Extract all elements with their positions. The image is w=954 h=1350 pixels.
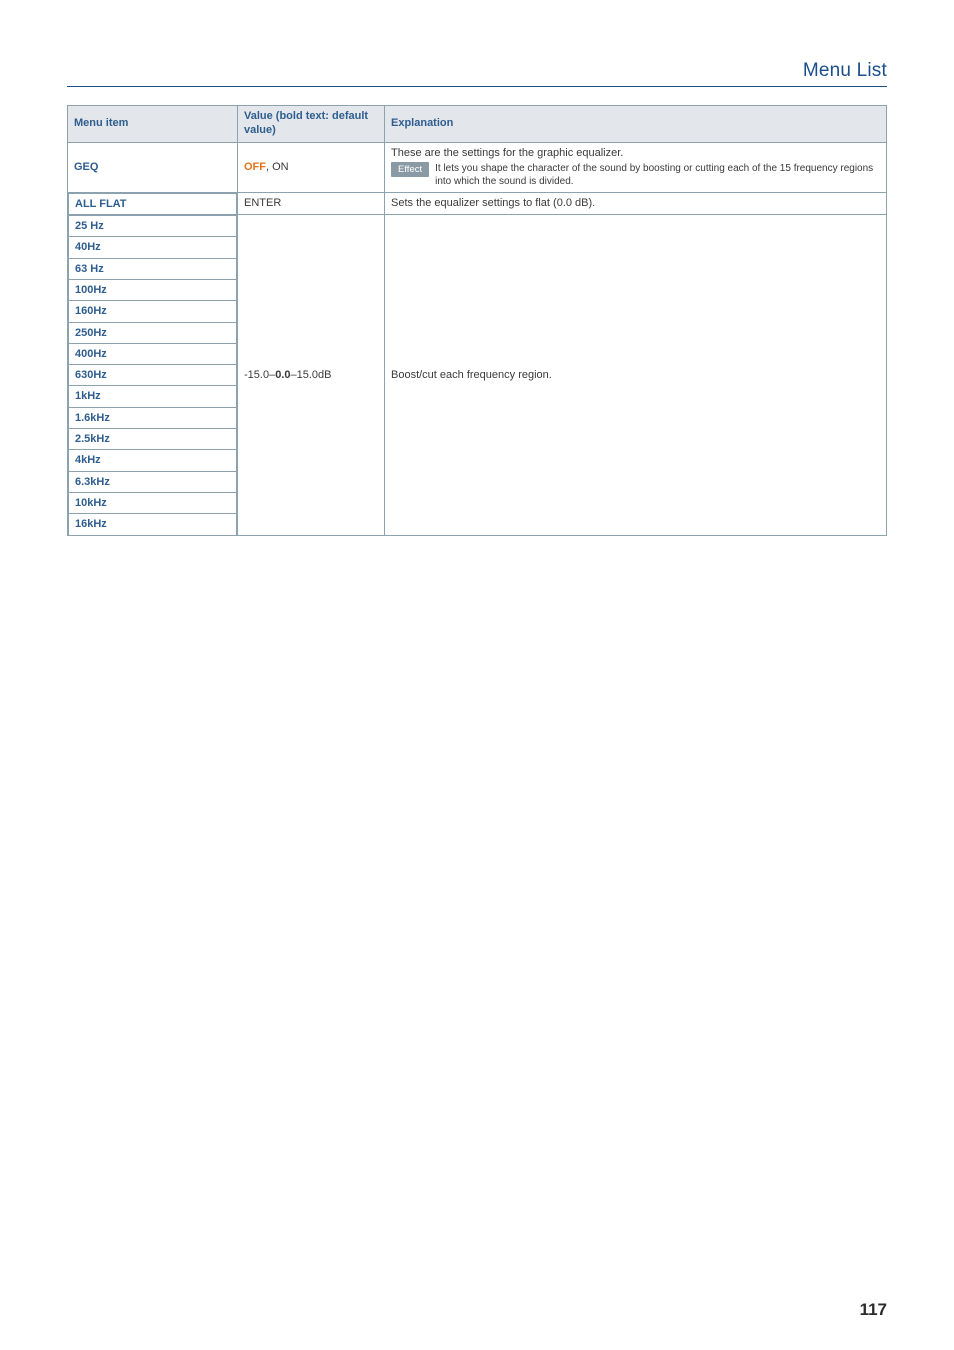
row-geq: GEQ OFF, ON These are the settings for t… xyxy=(68,142,887,192)
cell-allflat-explanation: Sets the equalizer settings to flat (0.0… xyxy=(385,192,887,214)
table-header-row: Menu item Value (bold text: default valu… xyxy=(68,106,887,143)
cell-geq-explanation: These are the settings for the graphic e… xyxy=(385,142,887,192)
col-header-menu-item: Menu item xyxy=(68,106,238,143)
cell-freq-labels: 25 Hz 40Hz 63 Hz 100Hz 160Hz 250Hz 400Hz… xyxy=(68,215,238,535)
freq-label-list: 25 Hz 40Hz 63 Hz 100Hz 160Hz 250Hz 400Hz… xyxy=(68,215,237,534)
freq-value-default: 0.0 xyxy=(275,369,290,381)
allflat-label: ALL FLAT xyxy=(75,198,127,210)
freq-label: 2.5kHz xyxy=(75,433,110,445)
freq-label: 4kHz xyxy=(75,454,101,466)
effect-text: It lets you shape the character of the s… xyxy=(435,162,880,189)
allflat-value: ENTER xyxy=(244,197,281,209)
row-frequencies: 25 Hz 40Hz 63 Hz 100Hz 160Hz 250Hz 400Hz… xyxy=(68,215,887,535)
cell-freq-explanation: Boost/cut each frequency region. xyxy=(385,215,887,535)
menu-table: Menu item Value (bold text: default valu… xyxy=(67,105,887,536)
freq-label: 1kHz xyxy=(75,390,101,402)
freq-label: 100Hz xyxy=(75,284,107,296)
freq-value-post: –15.0dB xyxy=(291,369,332,381)
page: Menu List Menu item Value (bold text: de… xyxy=(0,0,954,1350)
col-header-explanation: Explanation xyxy=(385,106,887,143)
geq-expl-line1: These are the settings for the graphic e… xyxy=(391,146,880,160)
cell-allflat-value: ENTER xyxy=(238,192,385,214)
page-number: 117 xyxy=(860,1300,887,1320)
freq-explanation: Boost/cut each frequency region. xyxy=(391,369,552,381)
freq-value-pre: -15.0– xyxy=(244,369,275,381)
effect-badge: Effect xyxy=(391,162,429,177)
cell-geq-value: OFF, ON xyxy=(238,142,385,192)
cell-freq-value: -15.0–0.0–15.0dB xyxy=(238,215,385,535)
col-header-value: Value (bold text: default value) xyxy=(238,106,385,143)
header-title: Menu List xyxy=(803,60,887,81)
geq-effect-row: Effect It lets you shape the character o… xyxy=(391,162,880,189)
freq-label: 1.6kHz xyxy=(75,412,110,424)
page-header: Menu List xyxy=(67,60,887,87)
freq-label: 630Hz xyxy=(75,369,107,381)
freq-label: 25 Hz xyxy=(75,220,104,232)
allflat-explanation: Sets the equalizer settings to flat (0.0… xyxy=(391,197,595,209)
cell-allflat-label: ALL FLAT xyxy=(68,192,238,214)
freq-label: 63 Hz xyxy=(75,263,104,275)
freq-label: 250Hz xyxy=(75,327,107,339)
freq-label: 400Hz xyxy=(75,348,107,360)
freq-label: 40Hz xyxy=(75,241,101,253)
freq-label: 160Hz xyxy=(75,305,107,317)
geq-label: GEQ xyxy=(74,161,98,173)
geq-value-other: ON xyxy=(272,161,289,173)
cell-geq-label: GEQ xyxy=(68,142,238,192)
freq-label: 10kHz xyxy=(75,497,107,509)
geq-value-default: OFF xyxy=(244,161,266,173)
freq-label: 6.3kHz xyxy=(75,476,110,488)
row-all-flat: ALL FLAT ENTER Sets the equalizer settin… xyxy=(68,192,887,214)
freq-label: 16kHz xyxy=(75,518,107,530)
